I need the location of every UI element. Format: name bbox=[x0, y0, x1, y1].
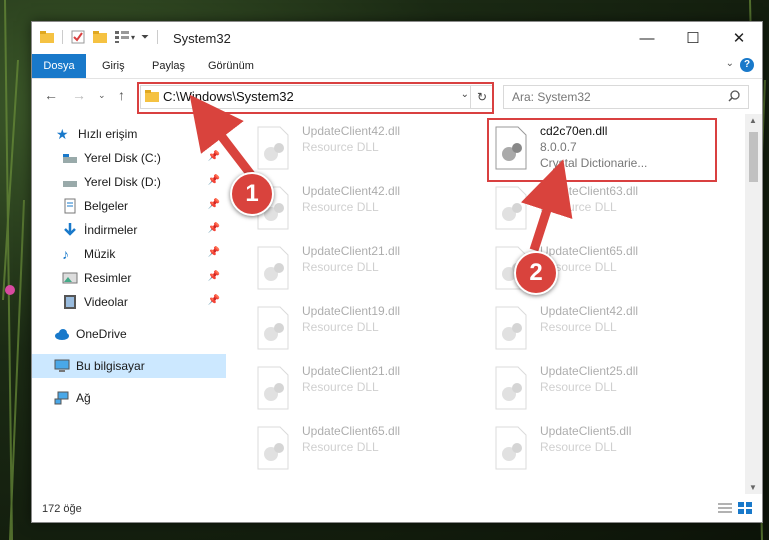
step-badge-2: 2 bbox=[514, 251, 558, 295]
step-badge-1: 1 bbox=[230, 172, 274, 216]
arrow-2 bbox=[521, 159, 573, 252]
annotation-arrows bbox=[189, 94, 573, 252]
arrow-1 bbox=[189, 94, 256, 179]
